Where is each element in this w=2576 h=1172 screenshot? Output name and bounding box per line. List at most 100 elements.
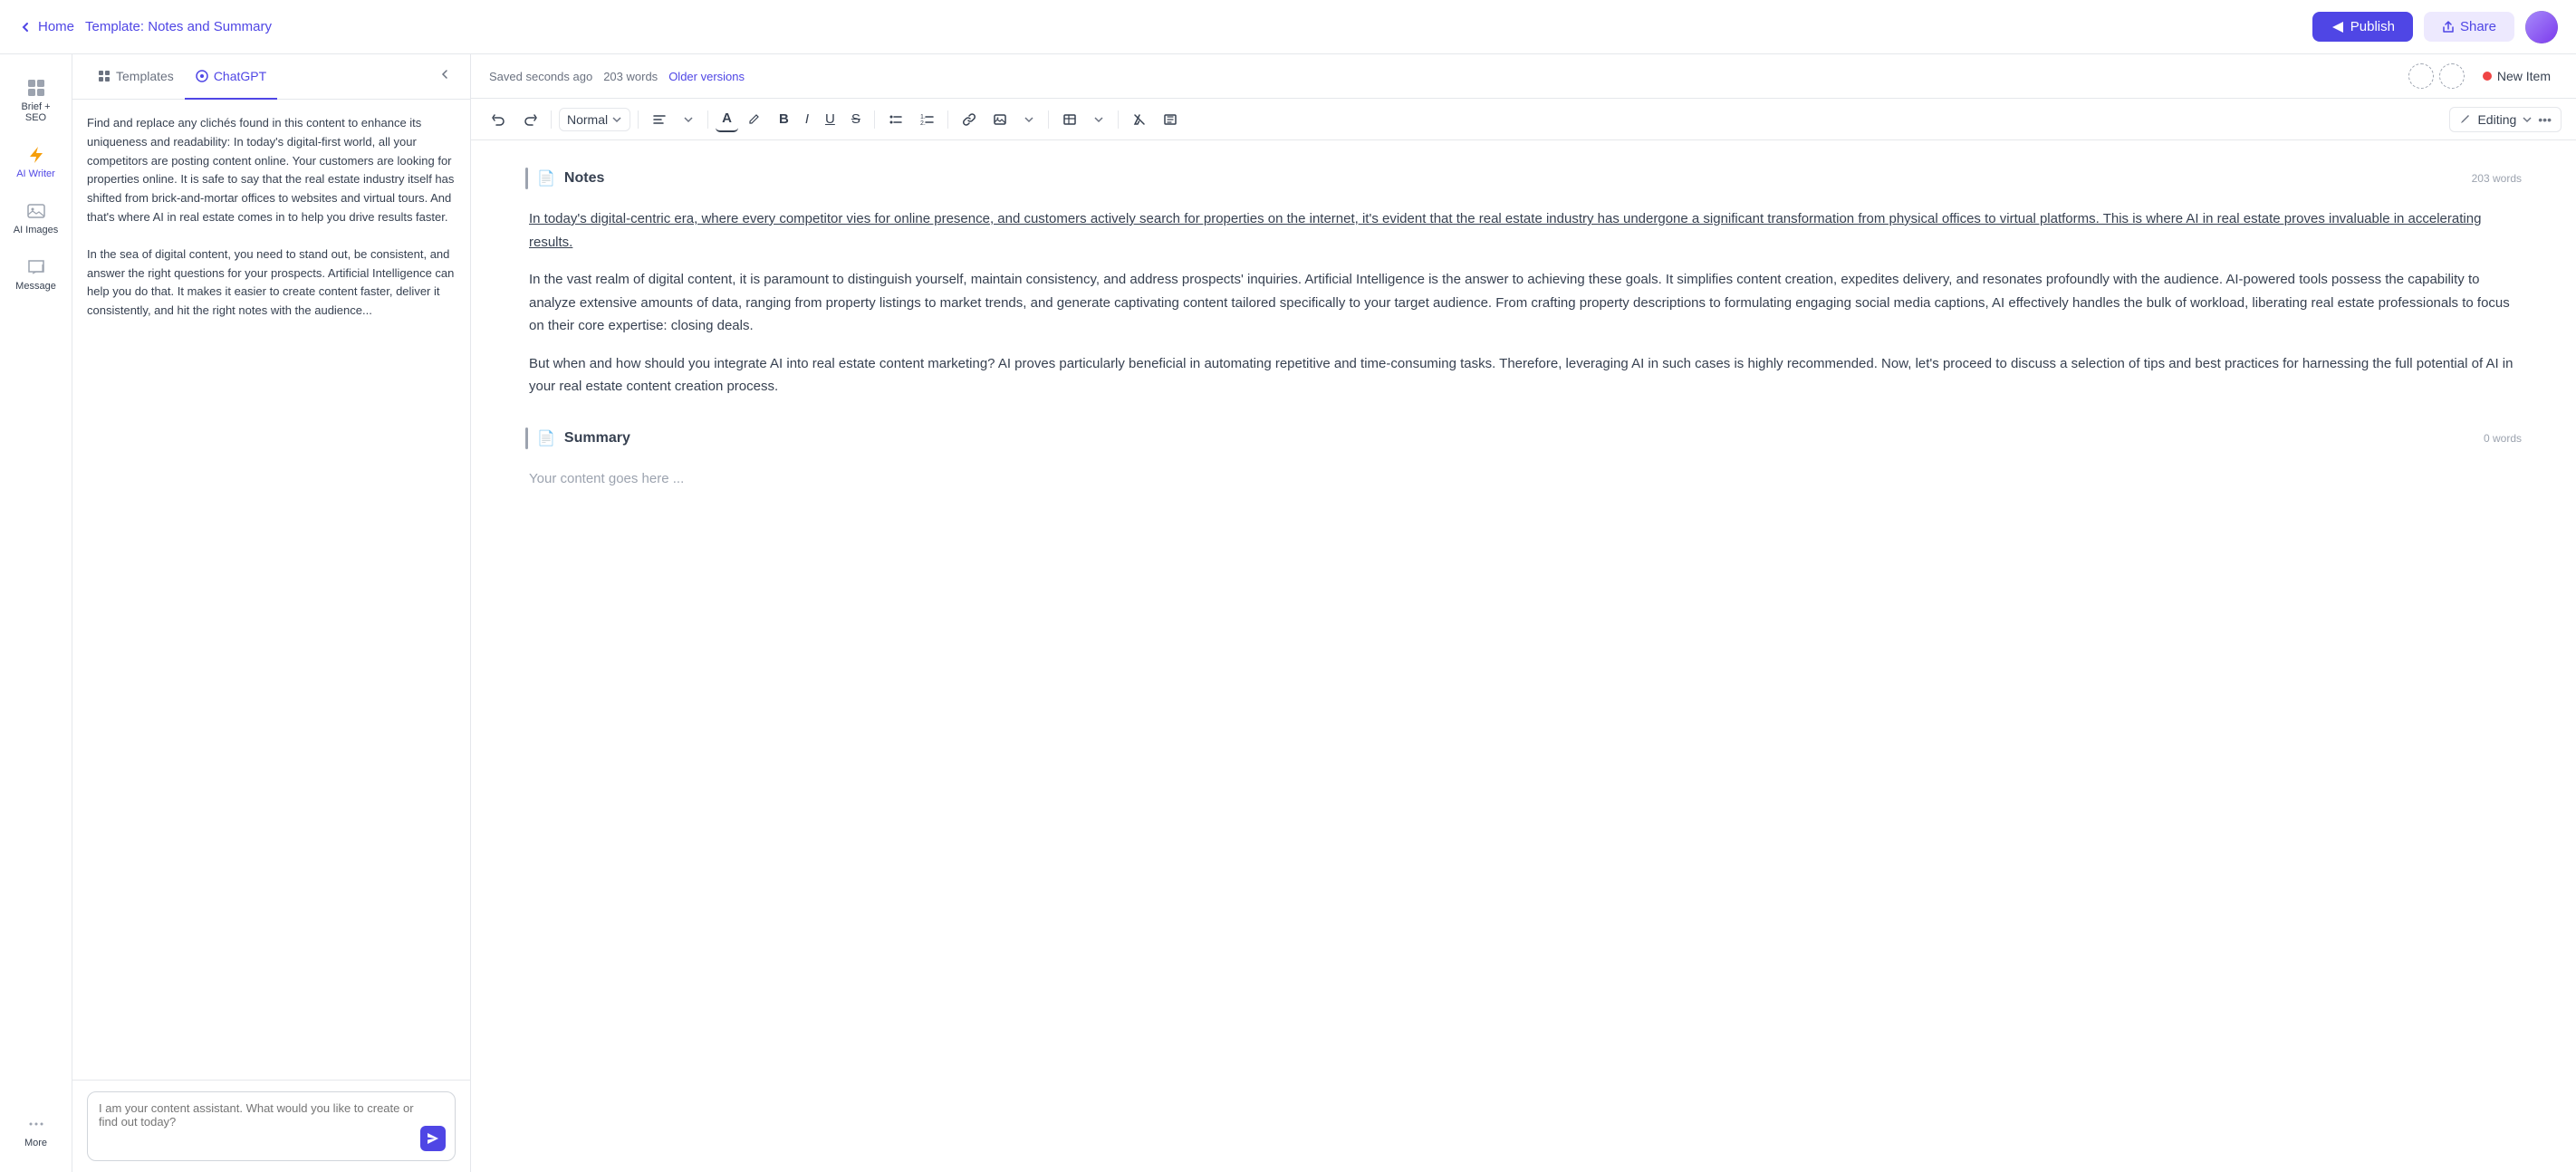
tab-templates[interactable]: Templates	[87, 54, 185, 100]
separator-1	[551, 110, 552, 129]
tab-chatgpt[interactable]: ChatGPT	[185, 54, 277, 100]
nav-right: Publish Share	[2312, 11, 2558, 43]
bold-icon: B	[779, 111, 789, 127]
image-dropdown-button[interactable]	[1017, 110, 1041, 130]
image-insert-button[interactable]	[986, 108, 1014, 131]
table-dropdown-button[interactable]	[1087, 110, 1110, 130]
align-down-button[interactable]	[677, 110, 700, 130]
chat-input[interactable]	[99, 1101, 418, 1147]
notes-section: 📄 Notes 203 words In today's digital-cen…	[525, 168, 2522, 399]
highlight-icon	[748, 112, 763, 127]
panel-tabs: Templates ChatGPT	[72, 54, 470, 100]
share-icon	[2442, 21, 2455, 34]
new-item-button[interactable]: New Item	[2475, 65, 2558, 87]
grid-icon	[26, 78, 46, 98]
svg-text:2.: 2.	[920, 120, 926, 127]
underlined-intro: In today's digital-centric era, where ev…	[529, 211, 2481, 250]
summary-title: Summary	[564, 430, 630, 447]
templates-tab-icon	[98, 70, 111, 82]
table-icon	[1062, 112, 1077, 127]
bolt-icon	[26, 145, 46, 165]
sidebar-item-more[interactable]: More	[4, 1105, 69, 1158]
top-nav: Home Template: Notes and Summary Publish…	[0, 0, 2576, 54]
sidebar-item-ai-images[interactable]: AI Images	[4, 192, 69, 245]
notes-word-count: 203 words	[2472, 172, 2522, 185]
separator-4	[874, 110, 875, 129]
align-button[interactable]	[646, 108, 673, 131]
panel-content: Find and replace any clichés found in th…	[72, 100, 470, 1080]
numbered-list-button[interactable]: 1.2.	[913, 108, 940, 131]
strikethrough-icon: S	[851, 111, 860, 127]
sidebar-item-brief-seo[interactable]: Brief + SEO	[4, 69, 69, 132]
chat-input-area	[72, 1080, 470, 1172]
link-button[interactable]	[956, 108, 983, 131]
more-options-dots: •••	[2538, 112, 2552, 127]
table-button[interactable]	[1056, 108, 1083, 131]
notes-content[interactable]: In today's digital-centric era, where ev…	[525, 207, 2522, 399]
highlight-button[interactable]	[742, 108, 769, 131]
svg-text:1.: 1.	[920, 114, 926, 120]
underline-button[interactable]: U	[819, 107, 841, 131]
separator-3	[707, 110, 708, 129]
sidebar-item-ai-writer[interactable]: AI Writer	[4, 136, 69, 188]
chat-message-2: In the sea of digital content, you need …	[87, 245, 456, 321]
summary-content[interactable]: Your content goes here ...	[525, 467, 2522, 491]
home-label: Home	[38, 19, 74, 34]
text-color-button[interactable]: A	[716, 106, 738, 132]
publish-button[interactable]: Publish	[2312, 12, 2413, 42]
clear-format-button[interactable]	[1126, 108, 1153, 131]
sidebar-item-label: AI Images	[14, 225, 59, 235]
collapse-icon	[437, 67, 452, 82]
strikethrough-button[interactable]: S	[845, 107, 867, 131]
collab-avatar-2	[2439, 63, 2465, 89]
chevron-down-icon	[611, 114, 622, 125]
chevron-down-small-icon	[683, 114, 694, 125]
format-more-icon	[1163, 112, 1177, 127]
editor-topbar: Saved seconds ago 203 words Older versio…	[471, 54, 2576, 99]
publish-icon	[2331, 20, 2345, 34]
panel-collapse-button[interactable]	[434, 63, 456, 90]
separator-6	[1048, 110, 1049, 129]
collab-avatars	[2408, 63, 2465, 89]
sidebar-item-message[interactable]: Message	[4, 248, 69, 301]
summary-section-header: 📄 Summary 0 words	[525, 427, 2522, 453]
more-format-button[interactable]	[1157, 108, 1184, 131]
image-icon	[26, 201, 46, 221]
undo-button[interactable]	[485, 108, 513, 131]
bold-button[interactable]: B	[773, 107, 795, 131]
new-item-dot	[2483, 72, 2492, 81]
section-bar	[525, 168, 528, 189]
separator-2	[638, 110, 639, 129]
table-chevron-icon	[1093, 114, 1104, 125]
italic-icon: I	[805, 111, 809, 127]
collab-avatar-1	[2408, 63, 2434, 89]
panel-area: Templates ChatGPT Find and replace any c…	[72, 54, 471, 1172]
chat-send-button[interactable]	[420, 1126, 446, 1151]
sidebar-item-label: AI Writer	[16, 168, 55, 179]
nav-left: Home Template: Notes and Summary	[18, 19, 272, 34]
word-count-topbar: 203 words	[603, 70, 658, 83]
redo-button[interactable]	[516, 108, 543, 131]
editing-chevron-icon	[2522, 114, 2533, 125]
tab-chatgpt-label: ChatGPT	[214, 69, 266, 83]
align-left-icon	[652, 112, 667, 127]
section-bar-2	[525, 427, 528, 449]
send-icon	[427, 1132, 439, 1145]
tab-templates-label: Templates	[116, 69, 174, 83]
home-button[interactable]: Home	[18, 19, 74, 34]
older-versions-link[interactable]: Older versions	[668, 70, 745, 83]
notes-title: Notes	[564, 170, 604, 187]
notes-icon: 📄	[537, 169, 555, 187]
image-insert-icon	[993, 112, 1007, 127]
share-button[interactable]: Share	[2424, 12, 2514, 42]
notes-paragraph-2: In the vast realm of digital content, it…	[529, 268, 2522, 338]
chevron-left-icon	[18, 20, 33, 34]
bullet-list-icon	[889, 112, 903, 127]
user-avatar[interactable]	[2525, 11, 2558, 43]
editing-mode-button[interactable]: Editing •••	[2449, 107, 2562, 132]
italic-button[interactable]: I	[799, 107, 815, 131]
style-select[interactable]: Normal	[559, 108, 630, 131]
sidebar-item-label: Message	[15, 281, 56, 292]
separator-5	[947, 110, 948, 129]
bullet-list-button[interactable]	[882, 108, 909, 131]
